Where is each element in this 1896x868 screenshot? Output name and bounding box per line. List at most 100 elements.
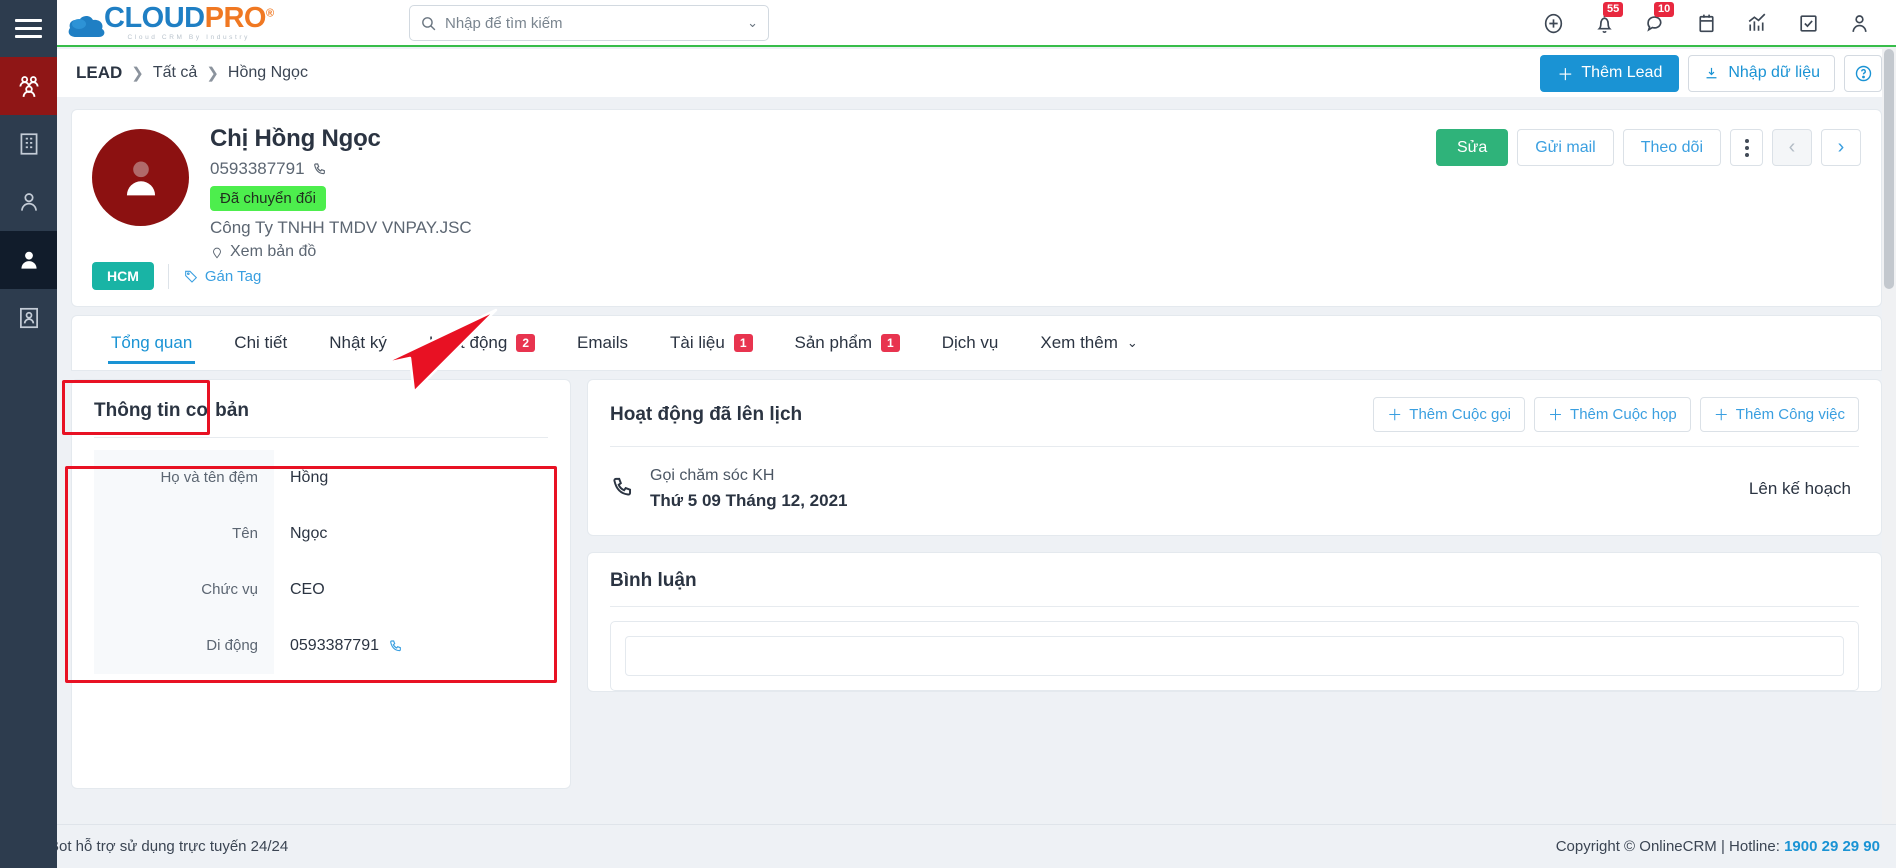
lead-profile-card: Chị Hồng Ngọc 0593387791 Đã chuyển đổi C… [71,109,1882,307]
help-button[interactable] [1844,54,1882,92]
assign-tag-button[interactable]: Gán Tag [183,268,261,285]
comment-input[interactable] [625,636,1844,676]
comments-panel: Bình luận [587,552,1882,692]
breadcrumb-bar: LEAD ❯ Tất cả ❯ Hồng Ngọc ＋ Thêm Lead Nh… [57,49,1896,97]
sidebar-item-company[interactable] [0,115,57,173]
basic-info-fields: Họ và tên đệm Hồng Tên Ngọc Chức vụ CEO … [94,450,548,674]
comment-compose-box[interactable] [610,621,1859,691]
next-record-button[interactable]: › [1821,129,1861,166]
add-meeting-button[interactable]: ＋ Thêm Cuộc họp [1534,397,1691,432]
avatar-person-icon [126,161,155,195]
search-input[interactable] [445,14,748,32]
tab-xem-them[interactable]: Xem thêm ⌄ [1019,316,1158,370]
download-icon [1706,67,1717,78]
top-icon-group: 55 10 [1541,0,1886,47]
add-call-button[interactable]: ＋ Thêm Cuộc gọi [1373,397,1526,432]
view-map-label: Xem bản đồ [230,243,317,260]
field-value: Hồng [274,450,548,506]
tab-tai-lieu[interactable]: Tài liệu 1 [649,316,774,370]
sidebar-item-reports[interactable] [0,289,57,347]
field-value: 0593387791 [274,618,548,674]
prev-record-button[interactable]: ‹ [1772,129,1812,166]
tab-nhat-ky[interactable]: Nhật ký [308,316,408,370]
comments-header: Bình luận [588,553,1881,606]
add-call-label: Thêm Cuộc gọi [1409,406,1512,423]
user-account-icon[interactable] [1847,11,1872,36]
add-task-button[interactable]: ＋ Thêm Công việc [1699,397,1859,432]
top-bar: CLOUDPRO® Cloud CRM By Industry ⌄ 55 [57,0,1896,47]
tag-icon [185,270,197,283]
scrollbar-thumb[interactable] [1884,49,1894,289]
sidebar-item-contacts[interactable] [0,173,57,231]
logo-tagline: Cloud CRM By Industry [127,34,251,41]
add-meeting-label: Thêm Cuộc họp [1570,406,1677,423]
activity-row[interactable]: Gọi chăm sóc KH Thứ 5 09 Tháng 12, 2021 … [588,447,1881,535]
lead-company: Công Ty TNHH TMDV VNPAY.JSC [210,218,472,237]
basic-info-panel: Thông tin cơ bản Họ và tên đệm Hồng Tên … [71,379,571,789]
field-value: CEO [274,562,548,618]
breadcrumb-current: Hồng Ngọc [227,64,308,81]
scheduled-header: Hoạt động đã lên lịch ＋ Thêm Cuộc gọi ＋ … [588,380,1881,446]
activity-text: Gọi chăm sóc KH Thứ 5 09 Tháng 12, 2021 [650,467,848,511]
kebab-dot [1744,152,1749,157]
add-circle-icon[interactable] [1541,11,1566,36]
import-data-button[interactable]: Nhập dữ liệu [1688,54,1835,92]
task-check-icon[interactable] [1796,11,1821,36]
bell-icon[interactable]: 55 [1592,2,1624,36]
person-filled-icon [20,251,37,269]
global-search[interactable]: ⌄ [409,5,769,41]
plus-icon: ＋ [1557,67,1574,84]
plus-icon: ＋ [1713,407,1729,424]
send-mail-button[interactable]: Gửi mail [1517,129,1614,166]
right-column: Hoạt động đã lên lịch ＋ Thêm Cuộc gọi ＋ … [587,379,1882,708]
menu-toggle-button[interactable] [0,0,57,57]
tab-chi-tiet[interactable]: Chi tiết [213,316,308,370]
lead-phone[interactable]: 0593387791 [210,159,472,179]
app-logo[interactable]: CLOUDPRO® Cloud CRM By Industry [66,4,274,41]
tab-san-pham[interactable]: Sản phẩm 1 [774,316,921,370]
tag-hcm[interactable]: HCM [92,262,154,290]
sidebar-item-customers[interactable] [0,57,57,115]
tab-emails[interactable]: Emails [556,316,649,370]
view-map-link[interactable]: Xem bản đồ [210,243,472,261]
vertical-scrollbar[interactable] [1882,47,1896,824]
calendar-icon[interactable] [1694,11,1719,36]
activity-title: Gọi chăm sóc KH [650,467,775,484]
breadcrumb-separator-icon-2: ❯ [206,65,219,82]
more-options-button[interactable] [1730,129,1763,166]
tab-badge: 1 [881,334,900,352]
footer-copyright: Copyright © OnlineCRM | Hotline: 1900 29… [1556,838,1880,855]
person-icon [20,193,37,211]
cloud-icon [66,11,108,41]
plus-icon: ＋ [1548,407,1564,424]
tab-label: Sản phẩm [794,333,873,352]
tab-badge: 2 [516,334,535,352]
field-label: Họ và tên đệm [94,450,274,506]
phone-icon[interactable] [388,638,404,654]
group-users-icon [18,76,39,97]
hotline-number[interactable]: 1900 29 29 90 [1784,838,1880,855]
tab-hoat-dong[interactable]: Hoạt động 2 [408,316,556,370]
support-text: Bot hỗ trợ sử dụng trực tuyến 24/24 [49,838,289,855]
field-label: Chức vụ [94,562,274,618]
basic-info-title: Thông tin cơ bản [94,400,249,421]
tab-label: Tài liệu [670,333,725,352]
building-icon [20,133,37,155]
analytics-icon[interactable] [1745,11,1770,36]
question-circle-icon [1855,65,1871,81]
edit-button[interactable]: Sửa [1435,129,1509,166]
breadcrumb-all[interactable]: Tất cả [153,64,197,82]
add-lead-button[interactable]: ＋ Thêm Lead [1540,54,1680,92]
follow-button[interactable]: Theo dõi [1622,129,1721,166]
field-label: Di động [94,618,274,674]
tab-label: Chi tiết [234,333,288,352]
divider [610,606,1859,607]
chat-icon[interactable]: 10 [1643,2,1675,36]
kebab-dot [1744,145,1749,150]
chevron-down-icon[interactable]: ⌄ [747,15,758,31]
breadcrumb-root[interactable]: LEAD [76,63,122,83]
tab-tong-quan[interactable]: Tổng quan [90,316,213,370]
sidebar-item-leads[interactable] [0,231,57,289]
tab-dich-vu[interactable]: Dịch vụ [921,316,1020,370]
contact-card-icon [19,307,38,329]
